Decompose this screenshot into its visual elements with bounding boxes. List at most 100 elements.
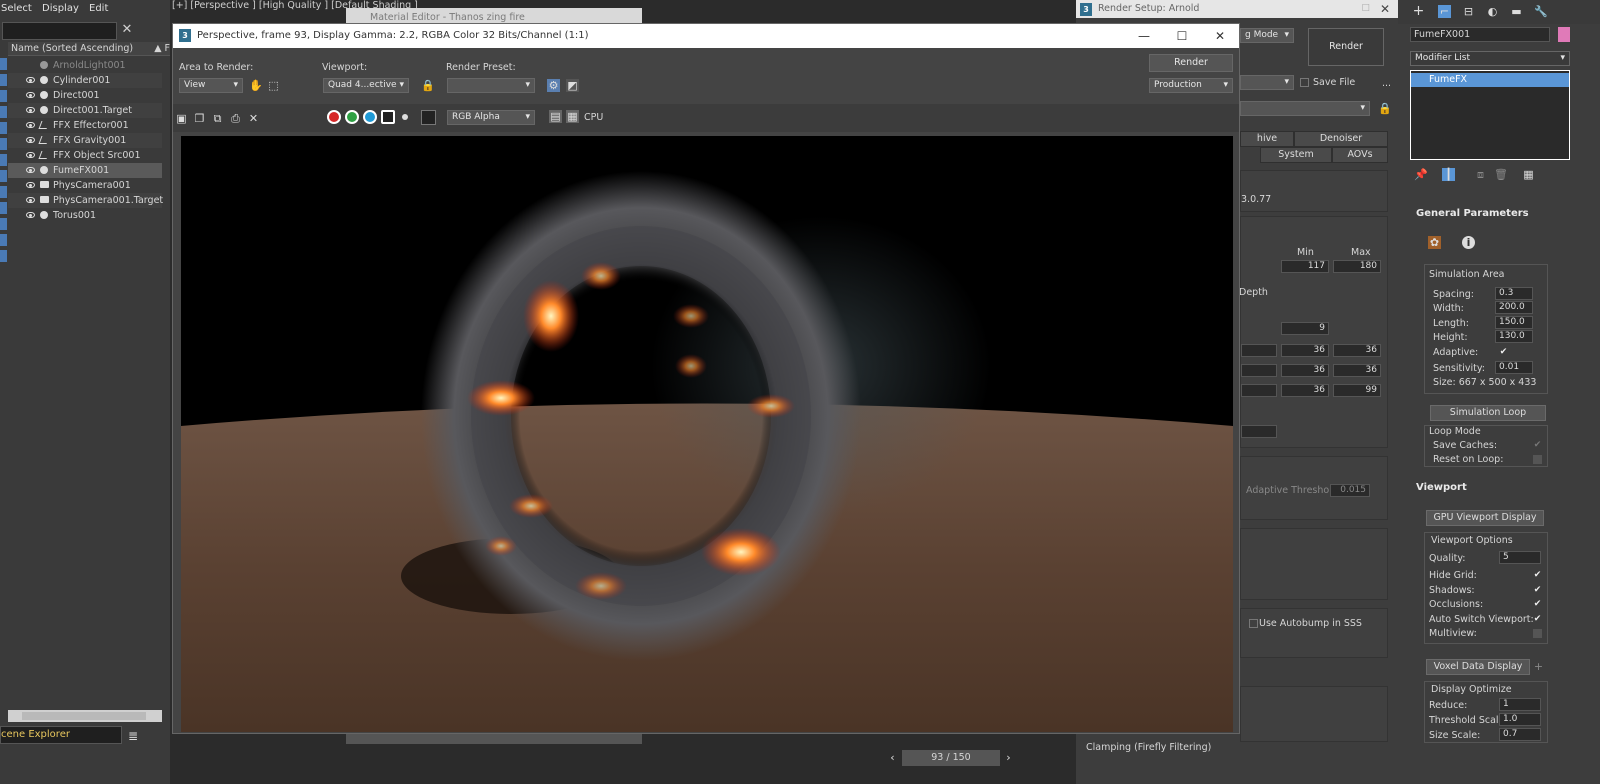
menu-display[interactable]: Display [42, 3, 79, 14]
tree-row-physcamera-target[interactable]: PhysCamera001.Target [8, 193, 163, 208]
clone-icon[interactable]: ⧉ [211, 112, 224, 125]
auto-switch-viewport-checkbox[interactable]: ✔ [1533, 615, 1542, 624]
eye-icon[interactable] [26, 182, 35, 188]
render-preset-dropdown[interactable] [447, 78, 535, 93]
filter-button[interactable] [0, 122, 7, 134]
gpu-viewport-display-button[interactable]: GPU Viewport Display [1426, 510, 1544, 526]
spacing-field[interactable]: 0.3 [1495, 287, 1533, 300]
viewport-dropdown[interactable]: Quad 4...ective [323, 78, 409, 93]
adaptive-checkbox[interactable]: ✔ [1499, 348, 1508, 357]
row-field-a[interactable]: 36 [1281, 344, 1329, 357]
row-field[interactable] [1241, 384, 1277, 397]
info-icon[interactable]: i [1462, 236, 1475, 249]
render-button[interactable]: Render [1308, 28, 1384, 66]
eye-icon[interactable] [26, 167, 35, 173]
row-field[interactable] [1241, 364, 1277, 377]
voxel-data-display-button[interactable]: Voxel Data Display [1426, 659, 1530, 675]
chevron-right-icon[interactable]: › [1002, 751, 1015, 764]
simulation-loop-button[interactable]: Simulation Loop [1430, 405, 1546, 421]
filter-button[interactable] [0, 250, 7, 262]
save-icon[interactable]: ▣ [175, 112, 188, 125]
height-field[interactable]: 130.0 [1495, 330, 1533, 343]
filter-button[interactable] [0, 74, 7, 86]
eye-icon[interactable] [26, 122, 35, 128]
tree-row-physcamera[interactable]: PhysCamera001 [8, 178, 162, 193]
eye-icon[interactable] [26, 197, 35, 203]
filter-button[interactable] [0, 138, 7, 150]
target-dropdown[interactable] [1240, 75, 1294, 90]
object-color-swatch[interactable] [1558, 27, 1570, 42]
image-icon[interactable]: ▦ [566, 110, 579, 123]
render-mode-dropdown[interactable]: g Mode [1240, 28, 1294, 43]
close-icon[interactable]: ✕ [1201, 24, 1239, 48]
object-name-field[interactable]: FumeFX001 [1410, 27, 1550, 42]
motion-icon[interactable]: ◐ [1486, 5, 1499, 18]
width-field[interactable]: 200.0 [1495, 301, 1533, 314]
maximize-icon[interactable]: ☐ [1361, 0, 1370, 18]
tree-row-ffx-object-src[interactable]: FFX Object Src001 [8, 148, 162, 163]
row-field-b[interactable]: 36 [1333, 364, 1381, 377]
frame-titlebar[interactable]: 3 Perspective, frame 93, Display Gamma: … [173, 24, 1239, 48]
tree-row-torus[interactable]: Torus001 [8, 208, 162, 223]
sensitivity-field[interactable]: 0.01 [1495, 361, 1533, 374]
reduce-field[interactable]: 1 [1499, 698, 1541, 711]
shadows-checkbox[interactable]: ✔ [1533, 586, 1542, 595]
green-channel-toggle[interactable] [345, 110, 359, 124]
production-dropdown[interactable]: Production [1149, 78, 1233, 93]
tree-column-header[interactable]: Name (Sorted Ascending) ▲ F [8, 42, 170, 56]
tree-row-arnoldlight[interactable]: ArnoldLight001 [8, 58, 162, 73]
autobump-checkbox[interactable] [1249, 619, 1258, 628]
create-icon[interactable]: + [1412, 4, 1425, 18]
eye-icon[interactable] [26, 92, 35, 98]
filter-button[interactable] [0, 154, 7, 166]
modifier-list-dropdown[interactable]: Modifier List [1410, 51, 1570, 66]
multiview-checkbox[interactable] [1533, 629, 1542, 638]
clear-icon[interactable]: ✕ [247, 112, 260, 125]
depth-field[interactable]: 9 [1281, 322, 1329, 335]
row-field-b[interactable]: 36 [1333, 344, 1381, 357]
row-field[interactable] [1241, 344, 1277, 357]
viewport-title[interactable]: Viewport [1416, 482, 1467, 493]
tab-archive[interactable]: hive [1240, 131, 1294, 147]
close-icon[interactable]: ✕ [1380, 0, 1390, 18]
maximize-icon[interactable]: ☐ [1163, 24, 1201, 48]
copy-icon[interactable]: ❐ [193, 112, 206, 125]
stack-item-fumefx[interactable]: FumeFX [1411, 73, 1569, 87]
configure-icon[interactable]: ▦ [1522, 168, 1535, 181]
layers-icon[interactable]: ≣ [128, 729, 142, 743]
tab-aovs[interactable]: AOVs [1332, 147, 1388, 163]
show-end-result-icon[interactable]: ┃ [1442, 168, 1455, 181]
quality-field[interactable]: 5 [1499, 551, 1541, 564]
color-swatch[interactable] [421, 110, 436, 125]
menu-edit[interactable]: Edit [89, 3, 108, 14]
chevron-left-icon[interactable]: ‹ [886, 751, 899, 764]
filter-field[interactable] [1241, 425, 1277, 438]
min-field[interactable]: 117 [1281, 260, 1329, 273]
length-field[interactable]: 150.0 [1495, 316, 1533, 329]
make-unique-icon[interactable]: ⧈ [1474, 168, 1487, 181]
pin-icon[interactable]: 📌 [1414, 168, 1428, 181]
horizontal-scrollbar[interactable] [8, 710, 162, 722]
modify-icon[interactable]: ⌐ [1438, 5, 1451, 18]
save-caches-checkbox[interactable]: ✔ [1533, 441, 1542, 450]
filter-button[interactable] [0, 170, 7, 182]
scrollbar-thumb[interactable] [22, 712, 146, 720]
eye-icon[interactable] [26, 77, 35, 83]
eye-icon[interactable] [26, 137, 35, 143]
time-slider[interactable]: ‹ 93 / 150 › [886, 750, 1016, 766]
tree-row-ffx-gravity[interactable]: FFX Gravity001 [8, 133, 162, 148]
fumefx-ui-icon[interactable]: ✿ [1428, 236, 1441, 249]
eye-icon[interactable] [26, 212, 35, 218]
tree-row-ffx-effector[interactable]: FFX Effector001 [8, 118, 162, 133]
tab-system[interactable]: System [1260, 147, 1332, 163]
filter-button[interactable] [0, 186, 7, 198]
tree-row-direct-target[interactable]: Direct001.Target [8, 103, 162, 118]
filter-button[interactable] [0, 218, 7, 230]
filter-button[interactable] [0, 234, 7, 246]
filter-button[interactable] [0, 106, 7, 118]
menu-select[interactable]: Select [1, 3, 32, 14]
eye-icon[interactable] [26, 152, 35, 158]
adaptive-threshold-field[interactable]: 0.015 [1330, 484, 1370, 497]
close-icon[interactable]: ✕ [119, 22, 135, 40]
tree-row-fumefx[interactable]: FumeFX001 [8, 163, 162, 178]
